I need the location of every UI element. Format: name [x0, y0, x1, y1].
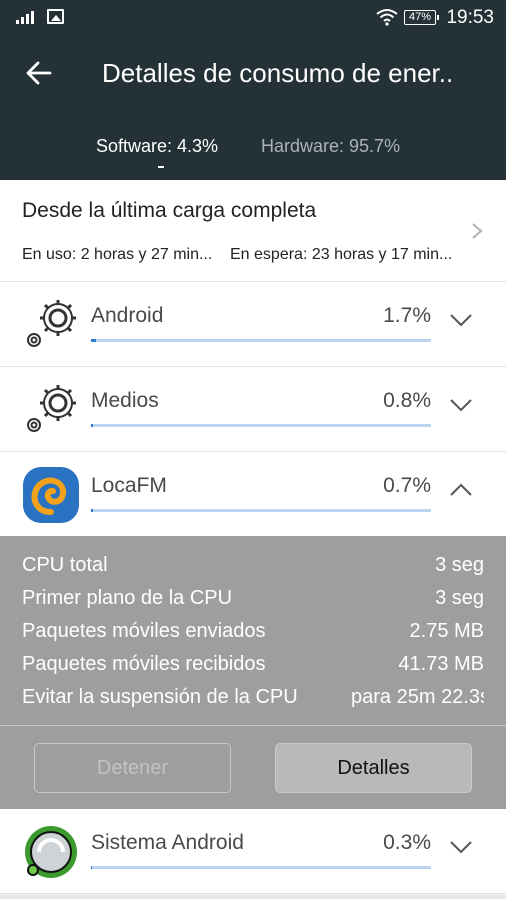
clock: 19:53	[446, 7, 494, 28]
chevron-down-icon[interactable]	[449, 839, 473, 855]
app-header: Detalles de consumo de ener.. Software: …	[0, 36, 506, 180]
detail-row-cpu-total: CPU total 3 seg	[22, 554, 484, 584]
usage-bar	[91, 424, 431, 427]
bottom-edge	[0, 895, 506, 899]
gear-icon	[27, 385, 76, 432]
battery-indicator: 47%	[404, 10, 439, 25]
android-system-icon	[25, 826, 77, 878]
app-percent: 0.3%	[383, 831, 431, 854]
detail-label: Primer plano de la CPU	[22, 587, 233, 609]
detail-row-keep-awake: Evitar la suspensión de la CPU para 25m …	[22, 686, 484, 716]
app-name: LocaFM	[91, 474, 167, 497]
usage-bar-fill	[91, 509, 93, 512]
app-percent: 0.8%	[383, 389, 431, 412]
details-button[interactable]: Detalles	[275, 743, 472, 793]
usage-bar-fill	[91, 424, 94, 427]
usage-bar-fill	[91, 339, 96, 342]
usage-bar	[91, 339, 431, 342]
app-percent: 0.7%	[383, 474, 431, 497]
usage-bar	[91, 866, 431, 869]
image-notification-icon	[47, 9, 64, 24]
summary-title: Desde la última carga completa	[22, 199, 317, 222]
app-name: Sistema Android	[91, 831, 244, 854]
detail-value: 41.73 MB	[398, 653, 484, 675]
chevron-up-icon[interactable]	[449, 482, 473, 498]
usage-bar	[91, 509, 431, 512]
app-percent: 1.7%	[383, 304, 431, 327]
app-row-android-system[interactable]: Sistema Android 0.3%	[0, 809, 506, 894]
back-arrow-icon[interactable]	[24, 58, 54, 88]
usage-bar-fill	[91, 866, 92, 869]
app-row-android[interactable]: Android 1.7%	[0, 282, 506, 367]
tab-software[interactable]: Software: 4.3%	[96, 136, 218, 157]
active-tab-indicator	[158, 166, 164, 168]
detail-label: CPU total	[22, 554, 108, 576]
divider	[0, 725, 506, 726]
chevron-down-icon[interactable]	[449, 312, 473, 328]
app-row-medios[interactable]: Medios 0.8%	[0, 367, 506, 452]
signal-icon	[16, 10, 34, 24]
detail-value: para 25m 22.3s	[351, 686, 484, 708]
wifi-icon	[376, 9, 398, 26]
tab-hardware[interactable]: Hardware: 95.7%	[261, 136, 400, 157]
app-name: Medios	[91, 389, 159, 412]
stop-button[interactable]: Detener	[34, 743, 231, 793]
chevron-down-icon[interactable]	[449, 397, 473, 413]
chevron-right-icon	[472, 223, 483, 239]
detail-value: 3 seg	[435, 554, 484, 576]
detail-label: Paquetes móviles recibidos	[22, 653, 266, 675]
since-last-charge-summary[interactable]: Desde la última carga completa En uso: 2…	[0, 180, 506, 282]
locafm-logo-icon	[23, 467, 79, 523]
app-row-locafm[interactable]: LocaFM 0.7%	[0, 452, 506, 537]
in-use-time: En uso: 2 horas y 27 min...	[22, 246, 213, 263]
gear-icon	[27, 300, 76, 347]
status-bar: 47% 19:53	[0, 0, 506, 36]
app-detail-panel: CPU total 3 seg Primer plano de la CPU 3…	[0, 536, 506, 809]
standby-time: En espera: 23 horas y 17 min...	[230, 246, 453, 263]
page-title: Detalles de consumo de ener..	[102, 58, 454, 88]
detail-row-cpu-foreground: Primer plano de la CPU 3 seg	[22, 587, 484, 617]
detail-row-packets-sent: Paquetes móviles enviados 2.75 MB	[22, 620, 484, 650]
detail-row-packets-received: Paquetes móviles recibidos 41.73 MB	[22, 653, 484, 683]
app-name: Android	[91, 304, 164, 327]
detail-label: Paquetes móviles enviados	[22, 620, 266, 642]
detail-label: Evitar la suspensión de la CPU	[22, 686, 298, 708]
detail-value: 3 seg	[435, 587, 484, 609]
detail-value: 2.75 MB	[409, 620, 484, 642]
